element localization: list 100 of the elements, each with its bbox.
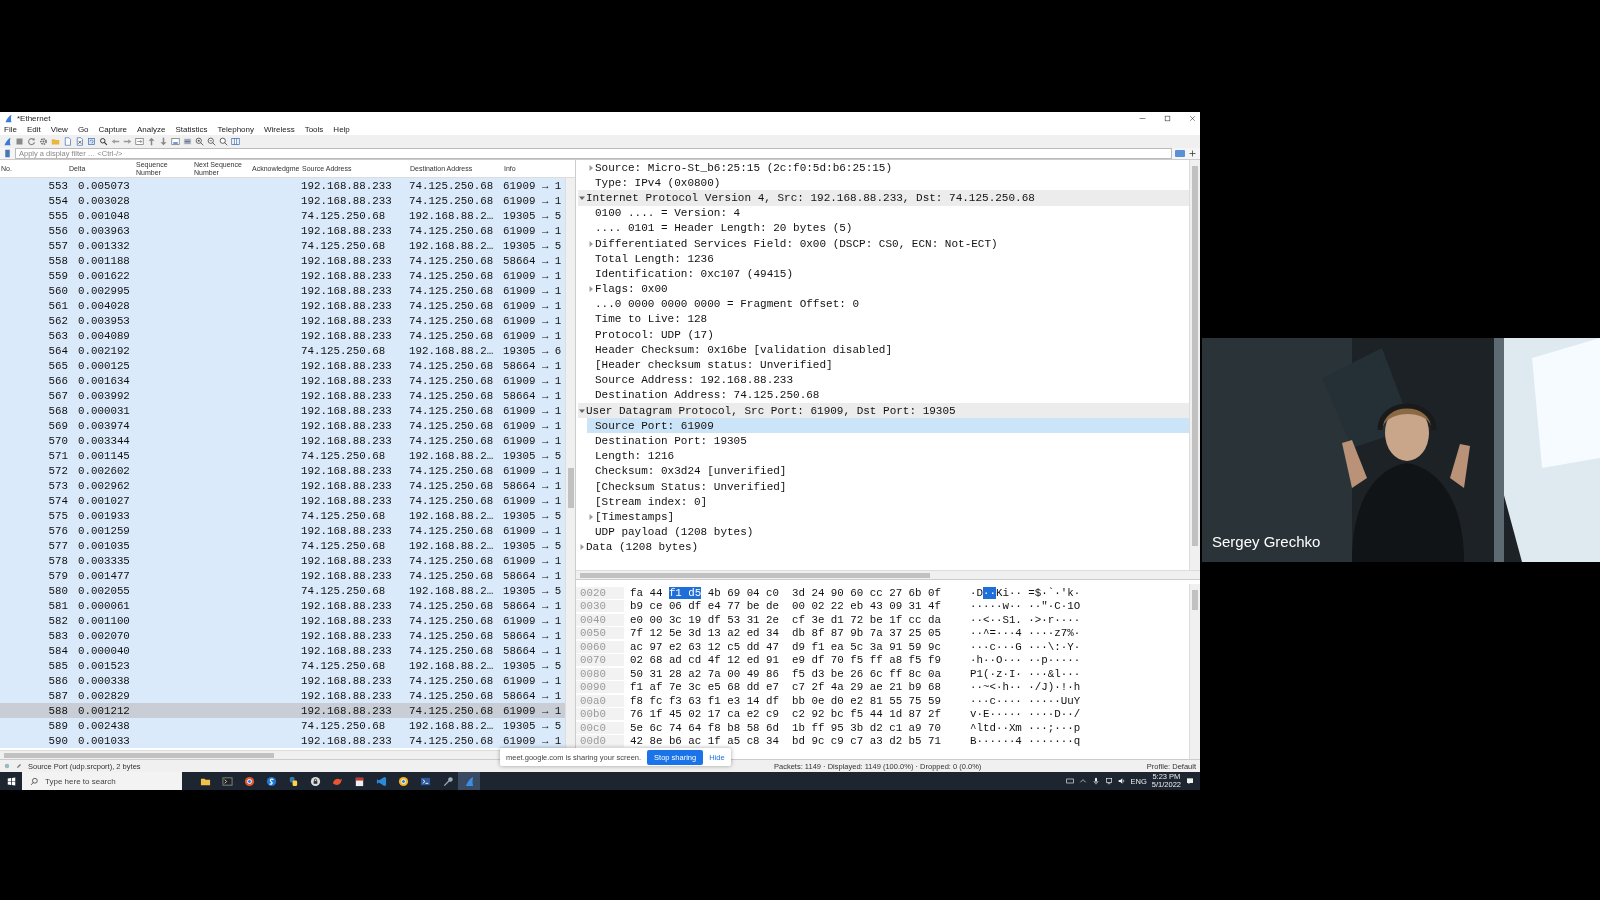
tree-row[interactable]: ...0 0000 0000 0000 = Fragment Offset: 0	[587, 296, 1189, 312]
menu-item[interactable]: Telephony	[217, 125, 254, 134]
tree-row[interactable]: Source: Micro-St_b6:25:15 (2c:f0:5d:b6:25:15)	[587, 160, 1189, 176]
file-icon[interactable]	[63, 137, 72, 146]
packet-row[interactable]: 564 0.002192 74.125.250.68 192.168.88.2… 19305 → 6	[0, 343, 565, 358]
microphone-icon[interactable]	[1091, 777, 1100, 785]
magnifier-icon[interactable]	[219, 137, 228, 146]
packet-row[interactable]: 581 0.000061 192.168.88.233 74.125.250.68 58664 → 1	[0, 598, 565, 613]
tree-row[interactable]: [Timestamps]	[587, 509, 1189, 525]
search-icon[interactable]	[99, 137, 108, 146]
chevron-right-icon[interactable]	[587, 239, 595, 248]
scrollbar[interactable]	[576, 570, 1200, 579]
packet-row[interactable]: 556 0.003963 192.168.88.233 74.125.250.68 61909 → 1	[0, 223, 565, 238]
packet-row[interactable]: 579 0.001477 192.168.88.233 74.125.250.68 58664 → 1	[0, 568, 565, 583]
menu-item[interactable]: File	[4, 125, 17, 134]
python-icon[interactable]	[287, 775, 299, 787]
terminal-icon[interactable]	[221, 775, 233, 787]
tree-row[interactable]: .... 0101 = Header Length: 20 bytes (5)	[587, 220, 1189, 236]
chevron-right-icon[interactable]	[587, 512, 595, 521]
keyboard-icon[interactable]	[1065, 777, 1074, 785]
scroll-icon[interactable]	[171, 137, 180, 146]
pencil-icon[interactable]	[16, 763, 22, 769]
packet-row[interactable]: 568 0.000031 192.168.88.233 74.125.250.68 61909 → 1	[0, 403, 565, 418]
zoom-in-icon[interactable]	[195, 137, 204, 146]
packet-row[interactable]: 577 0.001035 74.125.250.68 192.168.88.2… 19305 → 5	[0, 538, 565, 553]
packet-row[interactable]: 560 0.002995 192.168.88.233 74.125.250.68 61909 → 1	[0, 283, 565, 298]
fin-icon[interactable]	[3, 137, 12, 146]
arrow-right-icon[interactable]	[123, 137, 132, 146]
scrollbar[interactable]	[1189, 160, 1200, 570]
packet-row[interactable]: 563 0.004089 192.168.88.233 74.125.250.68 61909 → 1	[0, 328, 565, 343]
packet-row[interactable]: 578 0.003335 192.168.88.233 74.125.250.68 61909 → 1	[0, 553, 565, 568]
s-letter-icon[interactable]	[265, 775, 277, 787]
network-icon[interactable]	[1104, 777, 1113, 785]
list-arrow-icon[interactable]	[135, 137, 144, 146]
bookmark-icon[interactable]	[3, 149, 12, 158]
packet-row[interactable]: 553 0.005073 192.168.88.233 74.125.250.68 61909 → 1	[0, 178, 565, 193]
tree-row[interactable]: Length: 1216	[587, 448, 1189, 464]
packet-row[interactable]: 587 0.002829 192.168.88.233 74.125.250.68 58664 → 1	[0, 688, 565, 703]
tree-row[interactable]: Destination Port: 19305	[587, 433, 1189, 449]
notification-icon[interactable]	[1186, 777, 1194, 785]
menu-item[interactable]: Statistics	[175, 125, 208, 134]
packet-row[interactable]: 586 0.000338 192.168.88.233 74.125.250.68 61909 → 1	[0, 673, 565, 688]
packet-row[interactable]: 580 0.002055 74.125.250.68 192.168.88.2… 19305 → 5	[0, 583, 565, 598]
windows-logo-icon[interactable]	[6, 776, 16, 786]
menu-item[interactable]: Tools	[304, 125, 324, 134]
columns-icon[interactable]	[231, 137, 240, 146]
arrow-up-icon[interactable]	[147, 137, 156, 146]
tree-row[interactable]: Checksum: 0x3d24 [unverified]	[587, 463, 1189, 479]
tree-row[interactable]: Time to Live: 128	[587, 311, 1189, 328]
lines-icon[interactable]	[183, 137, 192, 146]
chevron-right-icon[interactable]	[578, 543, 586, 552]
packet-row[interactable]: 589 0.002438 74.125.250.68 192.168.88.2… 19305 → 5	[0, 718, 565, 733]
tree-row[interactable]: Internet Protocol Version 4, Src: 192.168.88.233, Dst: 74.125.250.68	[578, 190, 1189, 206]
tree-row[interactable]: Protocol: UDP (17)	[587, 327, 1189, 343]
file-x-icon[interactable]	[75, 137, 84, 146]
plus-icon[interactable]	[1188, 149, 1197, 158]
tree-row[interactable]: [Checksum Status: Unverified]	[587, 478, 1189, 495]
tree-row[interactable]: Source Port: 61909	[587, 418, 1189, 434]
powershell-icon[interactable]	[419, 775, 431, 787]
scrollbar[interactable]	[1189, 584, 1200, 759]
search-icon[interactable]	[30, 776, 39, 786]
restart-icon[interactable]	[27, 137, 36, 146]
tree-row[interactable]: Destination Address: 74.125.250.68	[587, 387, 1189, 403]
tree-row[interactable]: UDP payload (1208 bytes)	[587, 524, 1189, 540]
packet-row[interactable]: 573 0.002962 192.168.88.233 74.125.250.68 58664 → 1	[0, 478, 565, 493]
tree-row[interactable]: Data (1208 bytes)	[578, 539, 1189, 555]
arrow-down-icon[interactable]	[159, 137, 168, 146]
packet-row[interactable]: 576 0.001259 192.168.88.233 74.125.250.68 61909 → 1	[0, 523, 565, 538]
packet-row[interactable]: 583 0.002070 192.168.88.233 74.125.250.68 58664 → 1	[0, 628, 565, 643]
menu-item[interactable]: Wireless	[264, 125, 295, 134]
packet-row[interactable]: 588 0.001212 192.168.88.233 74.125.250.68 61909 → 1	[0, 703, 565, 718]
tree-row[interactable]: Source Address: 192.168.88.233	[587, 372, 1189, 388]
packet-row[interactable]: 558 0.001188 192.168.88.233 74.125.250.68 58664 → 1	[0, 253, 565, 268]
scrollbar[interactable]	[565, 178, 575, 750]
maximize-icon[interactable]	[1164, 114, 1171, 122]
packet-row[interactable]: 562 0.003953 192.168.88.233 74.125.250.68 61909 → 1	[0, 313, 565, 328]
packet-row[interactable]: 566 0.001634 192.168.88.233 74.125.250.68 61909 → 1	[0, 373, 565, 388]
tree-row[interactable]: 0100 .... = Version: 4	[587, 205, 1189, 221]
packet-row[interactable]: 559 0.001622 192.168.88.233 74.125.250.68 61909 → 1	[0, 268, 565, 283]
packet-row[interactable]: 554 0.003028 192.168.88.233 74.125.250.68 61909 → 1	[0, 193, 565, 208]
tree-row[interactable]: Differentiated Services Field: 0x00 (DSCP: CS0, ECN: Not-ECT)	[587, 235, 1189, 252]
arrow-left-icon[interactable]	[111, 137, 120, 146]
packet-row[interactable]: 585 0.001523 74.125.250.68 192.168.88.2… 19305 → 5	[0, 658, 565, 673]
menu-item[interactable]: Go	[77, 125, 89, 134]
packet-row[interactable]: 575 0.001933 74.125.250.68 192.168.88.2… 19305 → 5	[0, 508, 565, 523]
packet-row[interactable]: 590 0.001033 192.168.88.233 74.125.250.68 61909 → 1	[0, 733, 565, 748]
packet-row[interactable]: 565 0.000125 192.168.88.233 74.125.250.68 58664 → 1	[0, 358, 565, 373]
packet-row[interactable]: 570 0.003344 192.168.88.233 74.125.250.68 61909 → 1	[0, 433, 565, 448]
packet-row[interactable]: 582 0.001100 192.168.88.233 74.125.250.68 61909 → 1	[0, 613, 565, 628]
packet-row[interactable]: 584 0.000040 192.168.88.233 74.125.250.68 58664 → 1	[0, 643, 565, 658]
code-editor-icon[interactable]	[375, 775, 387, 787]
chevron-right-icon[interactable]	[587, 163, 595, 172]
browser-icon[interactable]	[397, 775, 409, 787]
stop-icon[interactable]	[15, 137, 24, 146]
menu-item[interactable]: Edit	[26, 125, 41, 134]
tree-row[interactable]: [Stream index: 0]	[587, 494, 1189, 510]
menu-item[interactable]: Help	[333, 125, 350, 134]
chevron-right-icon[interactable]	[587, 285, 595, 294]
browser-icon[interactable]	[243, 775, 255, 787]
packet-row[interactable]: 571 0.001145 74.125.250.68 192.168.88.2… 19305 → 5	[0, 448, 565, 463]
